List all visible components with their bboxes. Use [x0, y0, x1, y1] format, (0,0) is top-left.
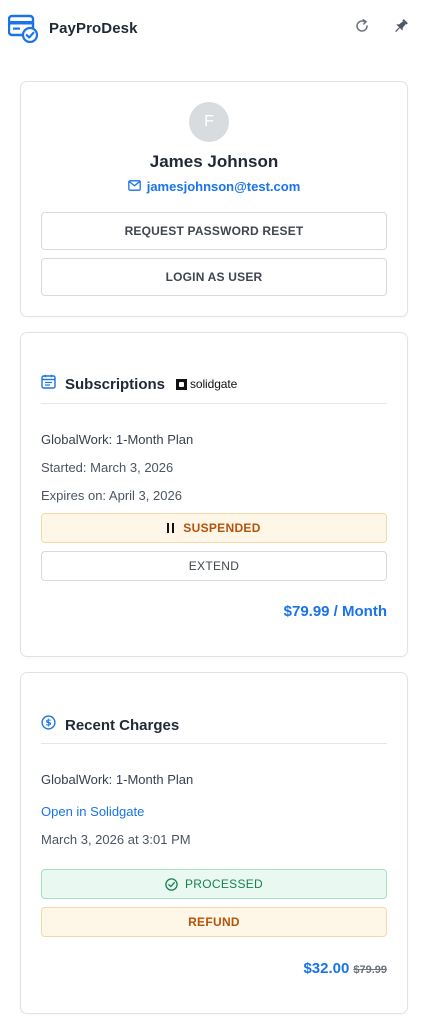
avatar: F	[189, 102, 229, 142]
app-title: PayProDesk	[49, 19, 138, 37]
login-as-user-button[interactable]: LOGIN AS USER	[41, 258, 387, 296]
subscriptions-title: Subscriptions	[65, 375, 166, 393]
request-password-reset-button[interactable]: REQUEST PASSWORD RESET	[41, 212, 387, 250]
charge-amount: $32.00	[303, 960, 350, 977]
divider	[41, 743, 387, 744]
divider	[41, 403, 387, 404]
user-email[interactable]: jamesjohnson@test.com	[21, 179, 407, 194]
original-amount: $79.99	[353, 964, 387, 976]
charges-title: Recent Charges	[65, 716, 180, 734]
charge-amount-group: $32.00 $79.99	[303, 960, 387, 977]
status-badge-suspended: SUSPENDED	[41, 513, 387, 543]
pin-icon[interactable]	[390, 16, 410, 36]
recent-charges-card: $ Recent Charges GlobalWork: 1-Month Pla…	[20, 672, 408, 1014]
status-badge-processed: PROCESSED	[41, 869, 387, 899]
user-email-text: jamesjohnson@test.com	[146, 179, 301, 194]
extend-button[interactable]: EXTEND	[41, 551, 387, 581]
calendar-icon	[41, 374, 56, 394]
dollar-circle-icon: $	[41, 715, 56, 735]
top-bar: PayProDesk	[0, 0, 422, 56]
charge-plan: GlobalWork: 1-Month Plan	[41, 772, 194, 787]
top-actions	[352, 16, 410, 36]
provider-name: solidgate	[190, 377, 238, 391]
refresh-icon[interactable]	[352, 16, 372, 36]
svg-text:$: $	[45, 719, 51, 729]
check-circle-icon	[165, 877, 178, 891]
profile-card: F James Johnson jamesjohnson@test.com RE…	[20, 81, 408, 317]
pause-icon	[167, 523, 175, 533]
solidgate-logo-icon	[176, 378, 188, 390]
subscriptions-card: Subscriptions solidgate GlobalWork: 1-Mo…	[20, 332, 408, 657]
subscriptions-header: Subscriptions solidgate	[41, 372, 387, 396]
subscription-expires: Expires on: April 3, 2026	[41, 488, 182, 503]
mail-icon	[127, 179, 141, 194]
app-logo-icon	[7, 13, 39, 44]
subscription-plan: GlobalWork: 1-Month Plan	[41, 432, 194, 447]
subscription-price: $79.99 / Month	[283, 603, 387, 620]
open-in-solidgate-link[interactable]: Open in Solidgate	[41, 804, 144, 819]
status-label: PROCESSED	[184, 877, 264, 891]
charges-header: $ Recent Charges	[41, 713, 387, 737]
refund-button[interactable]: REFUND	[41, 907, 387, 937]
status-label: SUSPENDED	[183, 521, 261, 535]
charge-date: March 3, 2026 at 3:01 PM	[41, 832, 191, 847]
subscription-started: Started: March 3, 2026	[41, 460, 174, 475]
user-name: James Johnson	[149, 152, 279, 171]
provider-badge: solidgate	[176, 377, 237, 391]
